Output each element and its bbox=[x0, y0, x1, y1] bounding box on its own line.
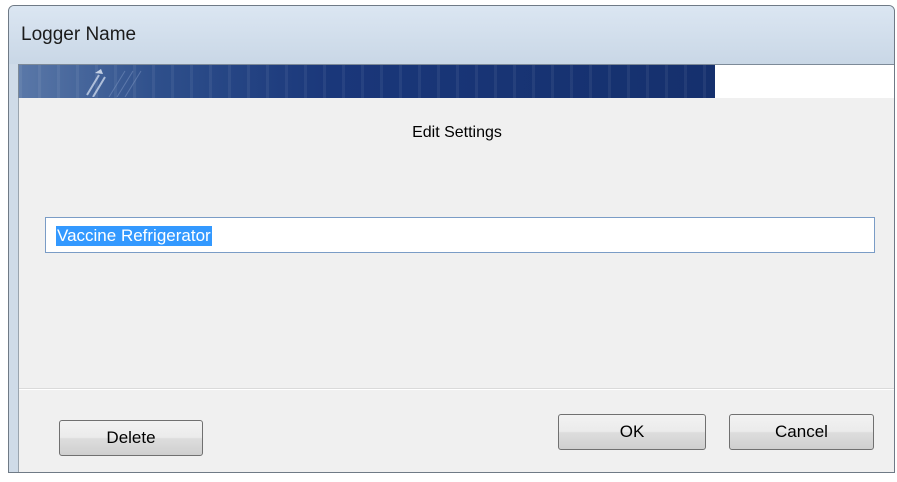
header-banner bbox=[18, 64, 894, 98]
ok-button[interactable]: OK bbox=[558, 414, 706, 450]
banner-image bbox=[19, 65, 715, 98]
button-area-divider bbox=[19, 388, 894, 390]
dialog-heading: Edit Settings bbox=[412, 124, 502, 141]
delete-button[interactable]: Delete bbox=[59, 420, 203, 456]
dialog-body: Edit Settings Vaccine Refrigerator Delet… bbox=[18, 98, 894, 472]
banner-graphic-icon bbox=[86, 69, 142, 97]
logger-name-input[interactable]: Vaccine Refrigerator bbox=[45, 217, 875, 253]
dialog-window: Logger Name Edit Settings Vaccine Refrig… bbox=[8, 5, 895, 473]
logger-name-value: Vaccine Refrigerator bbox=[56, 226, 212, 246]
window-title: Logger Name bbox=[21, 24, 137, 45]
cancel-button[interactable]: Cancel bbox=[729, 414, 874, 450]
title-bar[interactable]: Logger Name bbox=[9, 6, 894, 64]
